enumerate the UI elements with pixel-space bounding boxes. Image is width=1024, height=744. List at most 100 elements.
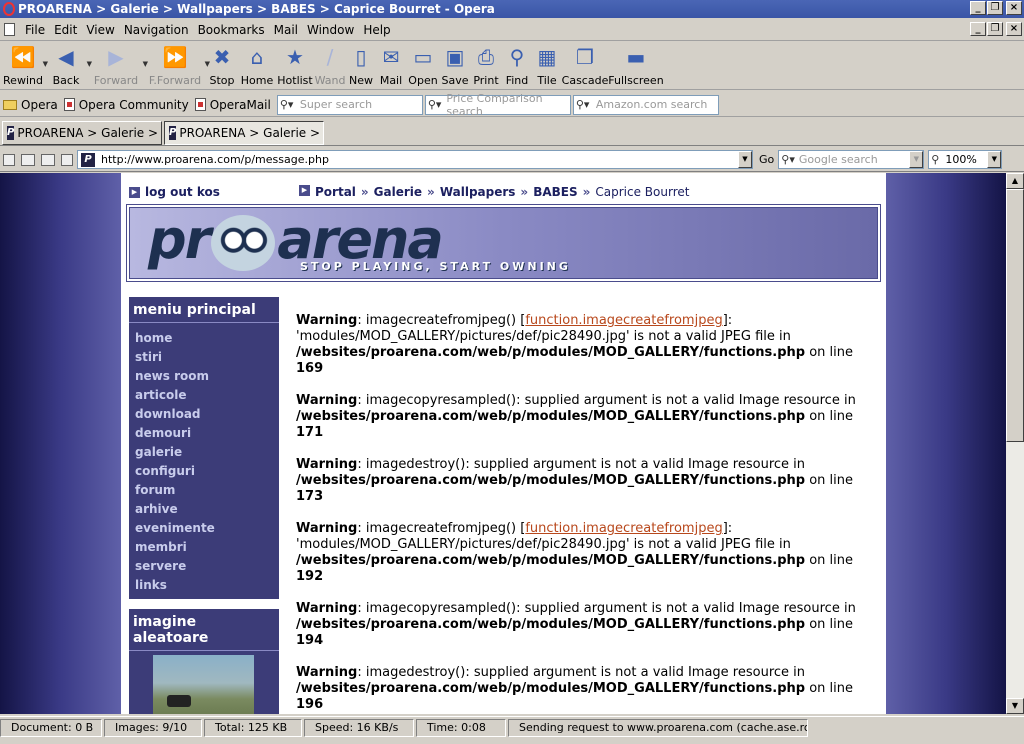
- doc-close-button[interactable]: ×: [1006, 22, 1022, 36]
- bookmark-operamail[interactable]: OperaMail: [194, 98, 271, 112]
- toolbar-mail-button[interactable]: ✉ Mail: [376, 42, 406, 88]
- bookmark-label: Opera: [21, 97, 58, 112]
- price-comparison-search-input[interactable]: ⚲▾ Price Comparison search: [424, 91, 571, 118]
- panel-toggle-icon[interactable]: [3, 153, 15, 166]
- menu-bookmarks[interactable]: Bookmarks: [198, 23, 265, 37]
- bookmark-opera-community[interactable]: Opera Community: [63, 98, 189, 112]
- fast-forward-icon: ⏩: [162, 45, 188, 69]
- php-warning: Warning: imagecreatefromjpeg() [function…: [296, 521, 874, 585]
- opera-logo-icon: [3, 2, 15, 16]
- address-url: http://www.proarena.com/p/message.php: [101, 153, 329, 166]
- toolbar-wand-button[interactable]: / Wand: [314, 42, 346, 88]
- restore-button[interactable]: ❐: [987, 1, 1003, 15]
- tab-2-active[interactable]: P PROARENA > Galerie > ...: [164, 121, 324, 145]
- search-icon: ⚲▾: [781, 153, 795, 166]
- toolbar-button-label: New: [349, 74, 373, 87]
- go-button[interactable]: Go: [759, 153, 774, 166]
- sidebar-item-galerie[interactable]: galerie: [135, 443, 279, 462]
- print-icon: ⎙: [478, 45, 494, 69]
- search-placeholder: Price Comparison search: [446, 91, 543, 118]
- super-search-input[interactable]: ⚲▾ Super search: [276, 94, 423, 115]
- sidebar-item-servere[interactable]: servere: [135, 557, 279, 576]
- sidebar-item-configuri[interactable]: configuri: [135, 462, 279, 481]
- toolbar-find-button[interactable]: ⚲ Find: [502, 42, 532, 88]
- menu-file[interactable]: File: [25, 23, 45, 37]
- folder-icon: [3, 99, 17, 110]
- stop-icon: ✖: [213, 45, 231, 69]
- zoom-select[interactable]: ⚲ 100% ▼: [928, 150, 1003, 169]
- tab-1[interactable]: P PROARENA > Galerie > ...: [2, 121, 162, 145]
- scrollbar-thumb[interactable]: [1006, 189, 1024, 442]
- minimize-button[interactable]: _: [970, 1, 986, 15]
- address-dropdown-button[interactable]: ▼: [738, 151, 752, 168]
- tile-icon: ▦: [537, 45, 557, 69]
- mail-icon: ✉: [382, 45, 400, 69]
- menu-mail[interactable]: Mail: [274, 23, 298, 37]
- search-icon: ⚲▾: [279, 98, 294, 111]
- toolbar-stop-button[interactable]: ✖ Stop: [206, 42, 238, 88]
- warning-label: Warning: [296, 601, 358, 616]
- scroll-up-arrow-icon[interactable]: ▲: [1006, 173, 1024, 189]
- toolbar-fforward-button[interactable]: ⏩ F.Forward ▼: [144, 42, 210, 88]
- zoom-dropdown-button[interactable]: ▼: [987, 151, 1002, 168]
- sidebar-item-arhive[interactable]: arhive: [135, 500, 279, 519]
- vertical-scrollbar[interactable]: ▲ ▼: [1006, 173, 1024, 714]
- menu-view[interactable]: View: [86, 23, 114, 37]
- print-icon[interactable]: [41, 153, 55, 166]
- main-menu-list: home stiri news room articole download demour…: [129, 323, 279, 599]
- toolbar-rewind-button[interactable]: ⏪ Rewind ▼: [2, 42, 48, 88]
- menu-window[interactable]: Window: [307, 23, 354, 37]
- open-folder-icon: ▭: [413, 45, 433, 69]
- doc-minimize-button[interactable]: _: [970, 22, 986, 36]
- find-icon: ⚲: [509, 45, 525, 69]
- menu-edit[interactable]: Edit: [54, 23, 77, 37]
- breadcrumb-galerie[interactable]: Galerie: [374, 185, 422, 199]
- site-banner[interactable]: pr arena STOP PLAYING, START OWNING: [129, 207, 878, 279]
- scroll-down-arrow-icon[interactable]: ▼: [1006, 698, 1024, 714]
- close-button[interactable]: ×: [1006, 1, 1022, 15]
- sidebar-item-articole[interactable]: articole: [135, 386, 279, 405]
- sidebar-item-membri[interactable]: membri: [135, 538, 279, 557]
- random-image-thumbnail[interactable]: [153, 655, 254, 714]
- menu-help[interactable]: Help: [363, 23, 390, 37]
- toolbar-forward-button[interactable]: ▶ Forward ▼: [88, 42, 148, 88]
- sidebar-item-links[interactable]: links: [135, 576, 279, 595]
- toolbar-fullscreen-button[interactable]: ▬ Fullscreen: [608, 42, 664, 88]
- sidebar-item-stiri[interactable]: stiri: [135, 348, 279, 367]
- function-doc-link[interactable]: function.imagecreatefromjpeg: [525, 313, 722, 328]
- main-toolbar: ⏪ Rewind ▼ ◀ Back ▼ ▶ Forward ▼ ⏩ F.Forward ▼ ✖ Stop ⌂…: [0, 42, 1024, 90]
- sidebar-item-download[interactable]: download: [135, 405, 279, 424]
- toolbar-print-button[interactable]: ⎙ Print: [470, 42, 502, 88]
- toolbar-button-label: Mail: [379, 74, 403, 87]
- breadcrumb-portal[interactable]: Portal: [315, 185, 356, 199]
- toolbar-tile-button[interactable]: ▦ Tile: [532, 42, 562, 88]
- logout-link[interactable]: ▶ log out kos: [129, 185, 299, 199]
- function-doc-link[interactable]: function.imagecreatefromjpeg: [525, 521, 722, 536]
- breadcrumb-babes[interactable]: BABES: [533, 185, 577, 199]
- menu-navigation[interactable]: Navigation: [124, 23, 189, 37]
- toolbar-hotlist-button[interactable]: ★ Hotlist: [276, 42, 314, 88]
- breadcrumb-wallpapers[interactable]: Wallpapers: [440, 185, 516, 199]
- toolbar-open-button[interactable]: ▭ Open: [406, 42, 440, 88]
- sidebar-item-news-room[interactable]: news room: [135, 367, 279, 386]
- toolbar-cascade-button[interactable]: ❐ Cascade: [562, 42, 609, 88]
- warning-file-path: /websites/proarena.com/web/p/modules/MOD…: [296, 409, 806, 424]
- address-field[interactable]: P http://www.proarena.com/p/message.php …: [77, 150, 753, 169]
- sidebar-item-forum[interactable]: forum: [135, 481, 279, 500]
- bookmark-opera[interactable]: Opera: [3, 98, 58, 112]
- screenshot-icon[interactable]: [21, 153, 35, 166]
- toolbar-new-button[interactable]: ▯ New: [346, 42, 376, 88]
- search-dropdown-button[interactable]: ▼: [909, 151, 924, 168]
- toolbar-back-button[interactable]: ◀ Back ▼: [44, 42, 92, 88]
- toolbar-save-button[interactable]: ▣ Save: [440, 42, 470, 88]
- amazon-search-input[interactable]: ⚲▾ Amazon.com search: [572, 94, 719, 115]
- sidebar-item-evenimente[interactable]: evenimente: [135, 519, 279, 538]
- page-info-icon[interactable]: [61, 153, 73, 166]
- google-search-input[interactable]: ⚲▾ Google search ▼: [778, 150, 925, 169]
- sidebar-item-home[interactable]: home: [135, 329, 279, 348]
- breadcrumb-separator: »: [427, 185, 435, 199]
- document-icon[interactable]: [4, 23, 15, 36]
- sidebar-item-demouri[interactable]: demouri: [135, 424, 279, 443]
- toolbar-home-button[interactable]: ⌂ Home: [238, 42, 276, 88]
- doc-restore-button[interactable]: ❐: [987, 22, 1003, 36]
